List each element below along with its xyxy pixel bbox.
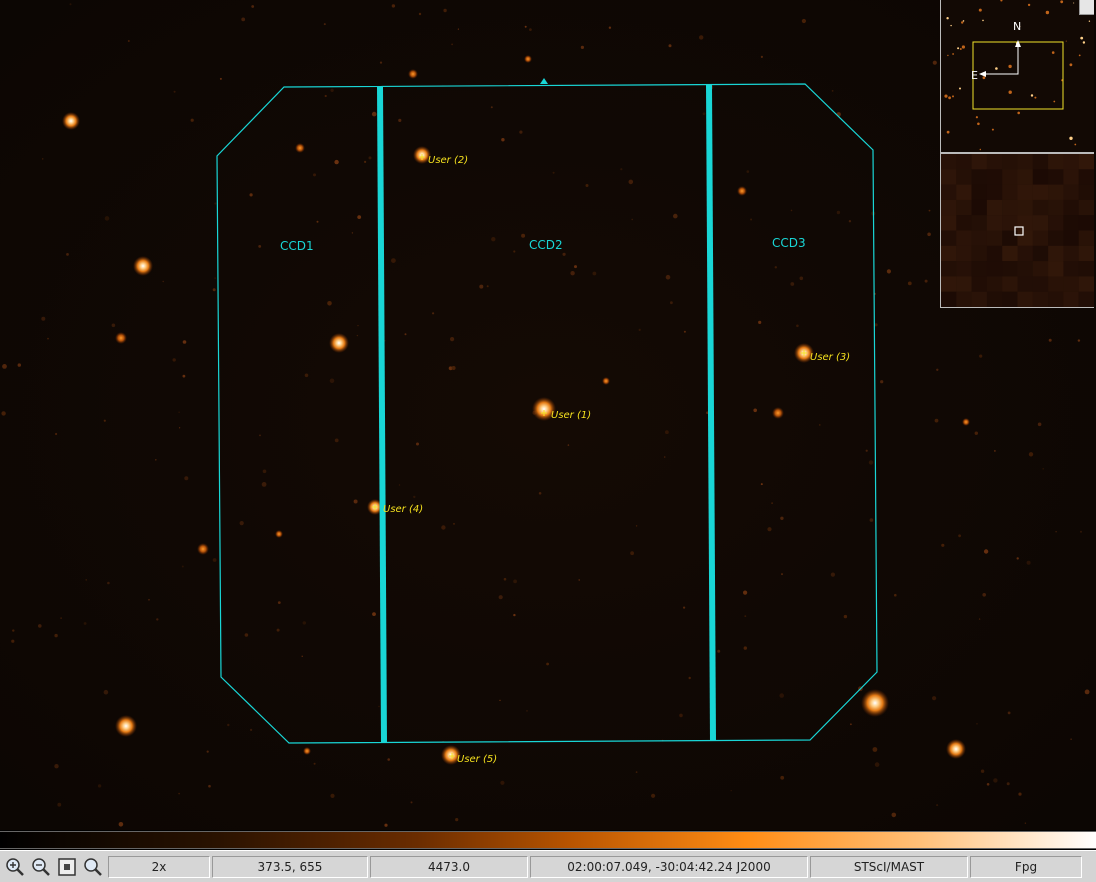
panner-close-button[interactable]	[1079, 0, 1094, 15]
image-source: STScI/MAST	[810, 855, 968, 878]
star	[329, 333, 349, 353]
user-marker-label: User (5)	[457, 754, 497, 765]
star	[602, 377, 610, 385]
star	[737, 186, 747, 196]
zoom-in-icon	[6, 857, 24, 876]
user-marker-5[interactable]: User (5)	[449, 753, 497, 765]
zoom-fit-icon	[58, 857, 76, 876]
user-marker-label: User (4)	[383, 504, 423, 515]
magnifier-pixels	[941, 154, 1094, 307]
image-viewer[interactable]: CCD1 CCD2 CCD3 User (1) User (2) User (3…	[0, 0, 1096, 830]
ccd-gap-2	[706, 84, 716, 742]
star	[197, 543, 209, 555]
star	[946, 739, 966, 759]
star	[524, 55, 532, 63]
star	[303, 747, 311, 755]
zoom-out-icon	[32, 857, 50, 876]
ccd-gap-1	[377, 86, 387, 744]
ccd-label: CCD3	[772, 236, 806, 250]
star	[295, 143, 305, 153]
colorbar[interactable]	[0, 831, 1096, 849]
user-marker-label: User (1)	[551, 410, 591, 421]
zoom-level: 2x	[108, 855, 210, 878]
ccd-label: CCD2	[529, 238, 563, 252]
wcs-coordinates: 02:00:07.049, -30:04:42.24 J2000	[530, 855, 808, 878]
star	[115, 332, 127, 344]
ccd-label: CCD1	[280, 239, 314, 253]
magnify-icon	[84, 857, 102, 876]
zoom-fit-button[interactable]	[55, 855, 79, 879]
sky-image[interactable]: CCD1 CCD2 CCD3 User (1) User (2) User (3…	[0, 0, 1096, 830]
zoom-in-button[interactable]	[3, 855, 27, 879]
pixel-coordinates: 373.5, 655	[212, 855, 368, 878]
star	[772, 407, 784, 419]
zoom-out-button[interactable]	[29, 855, 53, 879]
star	[962, 418, 970, 426]
star	[408, 69, 418, 79]
pixel-value: 4473.0	[370, 855, 528, 878]
filter-name: Fpg	[970, 855, 1082, 878]
star	[275, 530, 283, 538]
user-marker-label: User (3)	[810, 352, 850, 363]
magnifier	[940, 153, 1094, 308]
star	[861, 689, 889, 717]
status-bar: 2x 373.5, 655 4473.0 02:00:07.049, -30:0…	[0, 850, 1096, 882]
user-marker-label: User (2)	[428, 155, 468, 166]
north-label: N	[1013, 20, 1021, 33]
panner[interactable]: N E	[940, 0, 1094, 153]
panner-thumbnail: N E	[944, 0, 1091, 151]
star	[133, 256, 153, 276]
star	[115, 715, 137, 737]
zoom-actual-button[interactable]	[81, 855, 105, 879]
east-label: E	[971, 69, 978, 82]
star	[62, 112, 80, 130]
